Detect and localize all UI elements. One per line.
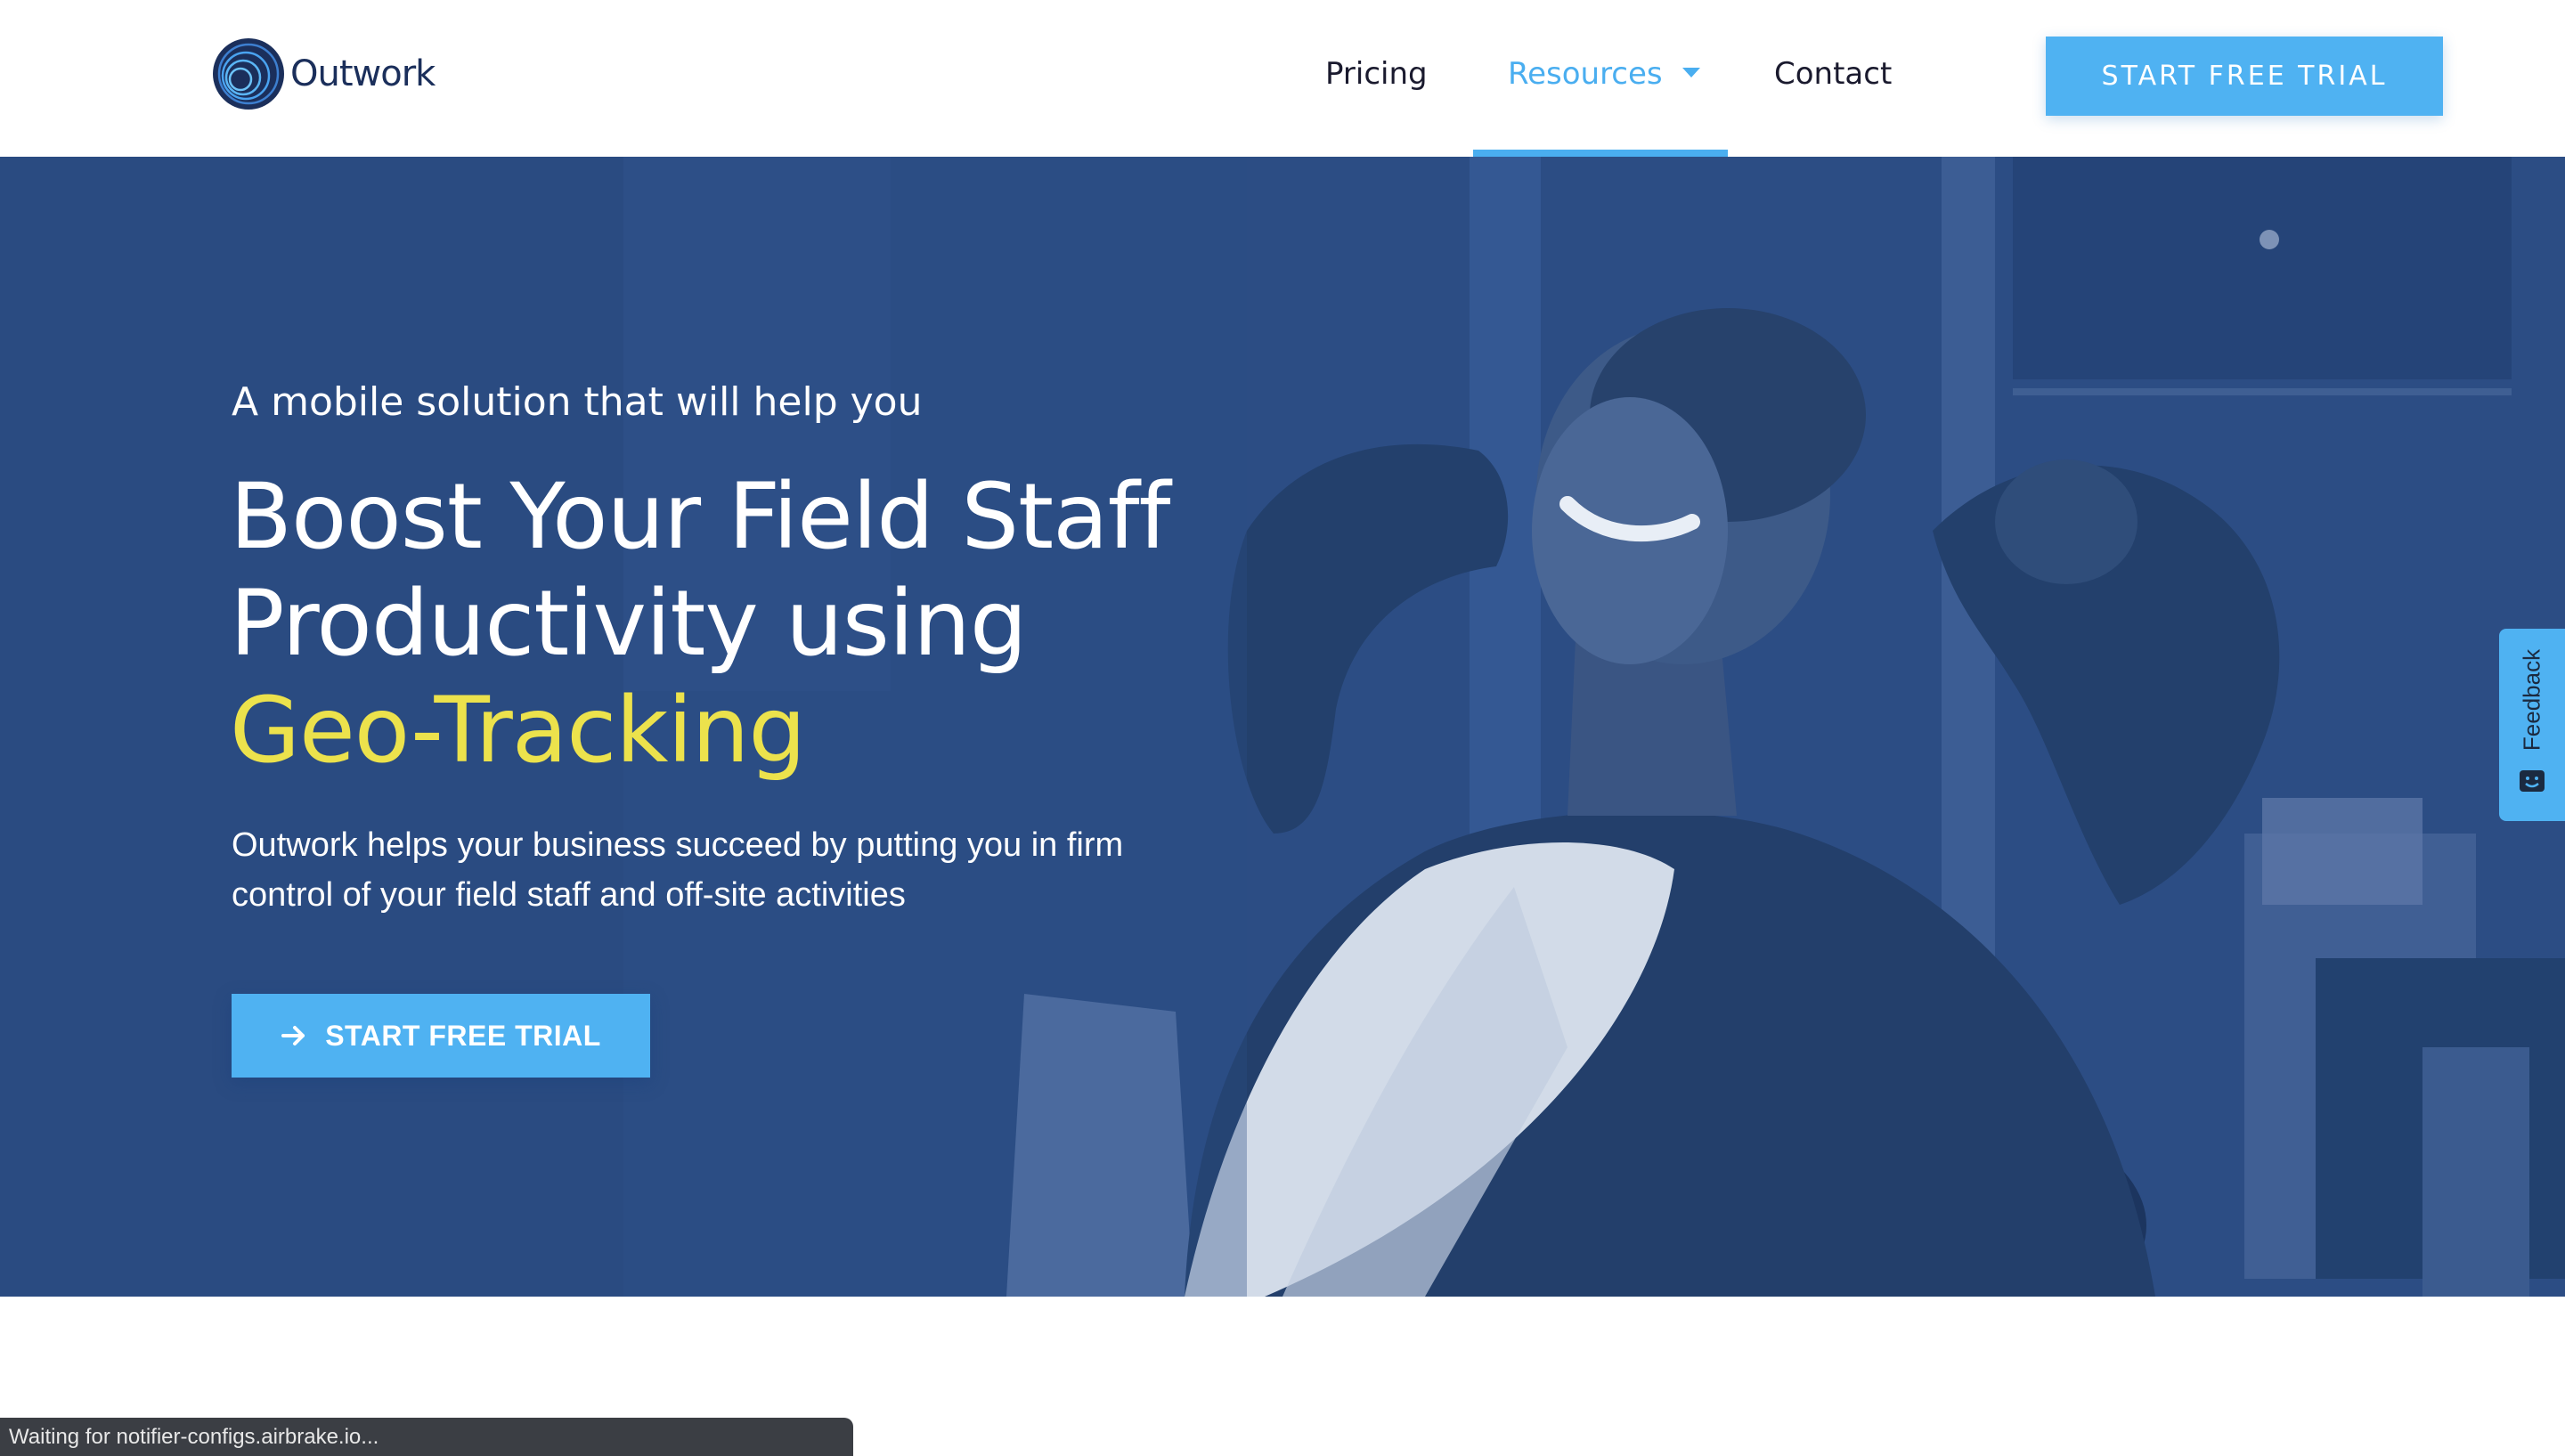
hero-title-line-2: Productivity using — [230, 571, 1028, 677]
site-header: Outwork Pricing Resources Contact START … — [0, 0, 2565, 157]
feedback-tab[interactable]: Feedback — [2499, 629, 2565, 821]
hero-cta-label: START FREE TRIAL — [325, 1019, 601, 1052]
hero-section: A mobile solution that will help you Boo… — [0, 157, 2565, 1297]
nav-pricing[interactable]: Pricing — [1325, 52, 1428, 96]
hero-subtitle: A mobile solution that will help you — [232, 379, 923, 425]
smile-face-icon — [2520, 770, 2545, 792]
header-start-free-trial-button[interactable]: START FREE TRIAL — [2046, 37, 2443, 116]
hero-description: Outwork helps your business succeed by p… — [232, 826, 1124, 914]
hero-title-highlight: Geo-Tracking — [230, 678, 806, 784]
swirl-logo-icon — [213, 38, 284, 110]
hero-title-line-1: Boost Your Field Staff — [230, 464, 1170, 570]
nav-resources-label: Resources — [1508, 56, 1663, 92]
nav-contact[interactable]: Contact — [1774, 52, 1892, 96]
nav-active-indicator — [1473, 150, 1728, 157]
hero-title: Boost Your Field Staff Productivity usin… — [230, 464, 1209, 785]
chevron-down-icon — [1682, 68, 1700, 77]
nav-resources[interactable]: Resources — [1508, 52, 1700, 96]
hero-start-free-trial-button[interactable]: START FREE TRIAL — [232, 994, 650, 1078]
logo-wordmark: Outwork — [290, 53, 436, 94]
feedback-label: Feedback — [2518, 648, 2545, 752]
browser-status-bar: Waiting for notifier-configs.airbrake.io… — [0, 1418, 853, 1456]
arrow-right-icon — [281, 1026, 305, 1045]
outwork-logo[interactable]: Outwork — [212, 37, 436, 110]
